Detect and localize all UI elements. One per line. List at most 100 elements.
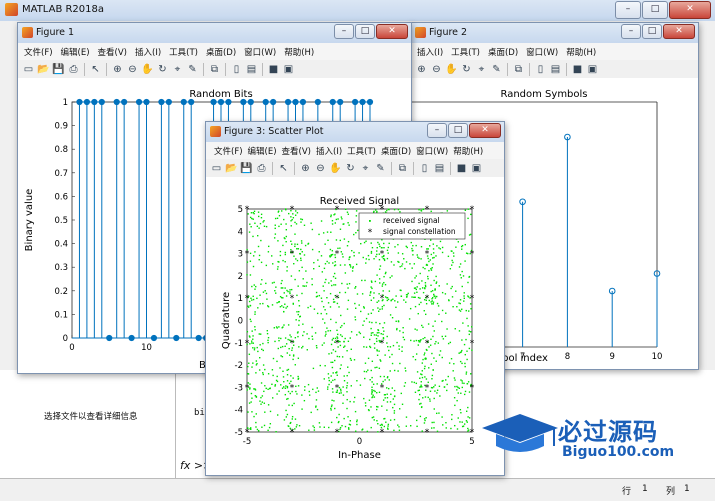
colorbar-icon[interactable]: ▯ xyxy=(230,63,243,76)
menu-item-edit[interactable]: 编辑(E) xyxy=(248,145,277,157)
menu-item-window[interactable]: 窗口(W) xyxy=(416,145,448,157)
received-signal-point xyxy=(255,360,258,362)
brush-icon[interactable]: ✎ xyxy=(186,63,199,76)
received-signal-point xyxy=(415,275,418,277)
zoom-out-icon[interactable]: ⊖ xyxy=(126,63,139,76)
hide-tools-icon[interactable]: ■ xyxy=(571,63,584,76)
save-icon[interactable]: 💾 xyxy=(52,63,65,76)
received-signal-point xyxy=(387,425,389,427)
data-cursor-icon[interactable]: ⌖ xyxy=(171,63,184,76)
figure3-window[interactable]: Figure 3: Scatter Plot – □ ✕ 文件(F) 编辑(E)… xyxy=(205,121,505,476)
legend-icon[interactable]: ▤ xyxy=(245,63,258,76)
new-figure-icon[interactable]: ▭ xyxy=(22,63,35,76)
minimize-button[interactable]: – xyxy=(334,24,354,39)
minimize-button[interactable]: – xyxy=(427,123,447,138)
received-signal-point xyxy=(265,282,267,285)
pan-icon[interactable]: ✋ xyxy=(141,63,154,76)
received-signal-point xyxy=(429,259,432,261)
menu-item-file[interactable]: 文件(F) xyxy=(24,46,53,58)
colorbar-icon[interactable]: ▯ xyxy=(418,162,431,175)
dock-icon[interactable]: ▣ xyxy=(586,63,599,76)
zoom-in-icon[interactable]: ⊕ xyxy=(299,162,312,175)
received-signal-point xyxy=(467,406,469,409)
received-signal-point xyxy=(463,423,466,425)
maximize-button[interactable]: □ xyxy=(642,24,662,39)
menu-item-file[interactable]: 文件(F) xyxy=(214,145,243,157)
menu-item-window[interactable]: 窗口(W) xyxy=(244,46,276,58)
constellation-point: * xyxy=(380,339,385,349)
menu-item-desktop[interactable]: 桌面(D) xyxy=(206,46,236,58)
received-signal-point xyxy=(326,296,328,299)
open-icon[interactable]: 📂 xyxy=(225,162,238,175)
close-button[interactable]: ✕ xyxy=(663,24,695,39)
menu-item-tools[interactable]: 工具(T) xyxy=(451,46,480,58)
open-icon[interactable]: 📂 xyxy=(37,63,50,76)
received-signal-point xyxy=(305,285,307,287)
legend-icon[interactable]: ▤ xyxy=(549,63,562,76)
zoom-in-icon[interactable]: ⊕ xyxy=(415,63,428,76)
received-signal-point xyxy=(285,295,288,297)
menu-item-tools[interactable]: 工具(T) xyxy=(169,46,198,58)
menu-item-insert[interactable]: 插入(I) xyxy=(316,145,342,157)
menu-item-help[interactable]: 帮助(H) xyxy=(284,46,314,58)
received-signal-point xyxy=(424,284,427,287)
zoom-in-icon[interactable]: ⊕ xyxy=(111,63,124,76)
link-icon[interactable]: ⧉ xyxy=(512,63,525,76)
menu-item-desktop[interactable]: 桌面(D) xyxy=(381,145,411,157)
menu-item-edit[interactable]: 编辑(E) xyxy=(61,46,90,58)
menu-item-tools[interactable]: 工具(T) xyxy=(347,145,376,157)
minimize-button[interactable]: – xyxy=(615,1,641,19)
maximize-button[interactable]: □ xyxy=(448,123,468,138)
menu-item-desktop[interactable]: 桌面(D) xyxy=(488,46,518,58)
received-signal-point xyxy=(346,384,348,387)
rotate-icon[interactable]: ↻ xyxy=(344,162,357,175)
link-icon[interactable]: ⧉ xyxy=(396,162,409,175)
legend-icon[interactable]: ▤ xyxy=(433,162,446,175)
brush-icon[interactable]: ✎ xyxy=(490,63,503,76)
menu-item-view[interactable]: 查看(V) xyxy=(98,46,127,58)
received-signal-point xyxy=(383,246,385,249)
zoom-out-icon[interactable]: ⊖ xyxy=(430,63,443,76)
pan-icon[interactable]: ✋ xyxy=(445,63,458,76)
hide-tools-icon[interactable]: ■ xyxy=(455,162,468,175)
close-button[interactable]: ✕ xyxy=(669,1,711,19)
brush-icon[interactable]: ✎ xyxy=(374,162,387,175)
minimize-button[interactable]: – xyxy=(621,24,641,39)
close-button[interactable]: ✕ xyxy=(376,24,408,39)
maximize-button[interactable]: □ xyxy=(642,1,668,19)
received-signal-point xyxy=(452,261,454,264)
print-icon[interactable]: ⎙ xyxy=(67,63,80,76)
menu-item-window[interactable]: 窗口(W) xyxy=(526,46,558,58)
hide-tools-icon[interactable]: ■ xyxy=(267,63,280,76)
menu-item-insert[interactable]: 插入(I) xyxy=(135,46,161,58)
zoom-out-icon[interactable]: ⊖ xyxy=(314,162,327,175)
save-icon[interactable]: 💾 xyxy=(240,162,253,175)
new-figure-icon[interactable]: ▭ xyxy=(210,162,223,175)
data-cursor-icon[interactable]: ⌖ xyxy=(359,162,372,175)
print-icon[interactable]: ⎙ xyxy=(255,162,268,175)
received-signal-point xyxy=(425,417,427,419)
edit-plot-icon[interactable]: ↖ xyxy=(277,162,290,175)
menu-item-help[interactable]: 帮助(H) xyxy=(453,145,483,157)
received-signal-point xyxy=(321,271,324,273)
received-signal-point xyxy=(402,336,405,339)
edit-plot-icon[interactable]: ↖ xyxy=(89,63,102,76)
pan-icon[interactable]: ✋ xyxy=(329,162,342,175)
menu-item-help[interactable]: 帮助(H) xyxy=(566,46,596,58)
menu-item-view[interactable]: 查看(V) xyxy=(282,145,311,157)
received-signal-point xyxy=(250,428,252,430)
menu-item-insert[interactable]: 插入(I) xyxy=(417,46,443,58)
received-signal-point xyxy=(312,367,315,370)
rotate-icon[interactable]: ↻ xyxy=(460,63,473,76)
dock-icon[interactable]: ▣ xyxy=(282,63,295,76)
dock-icon[interactable]: ▣ xyxy=(470,162,483,175)
received-signal-point xyxy=(261,348,263,351)
received-signal-point xyxy=(282,310,285,313)
data-cursor-icon[interactable]: ⌖ xyxy=(475,63,488,76)
colorbar-icon[interactable]: ▯ xyxy=(534,63,547,76)
received-signal-point xyxy=(269,423,272,425)
rotate-icon[interactable]: ↻ xyxy=(156,63,169,76)
close-button[interactable]: ✕ xyxy=(469,123,501,138)
maximize-button[interactable]: □ xyxy=(355,24,375,39)
link-icon[interactable]: ⧉ xyxy=(208,63,221,76)
